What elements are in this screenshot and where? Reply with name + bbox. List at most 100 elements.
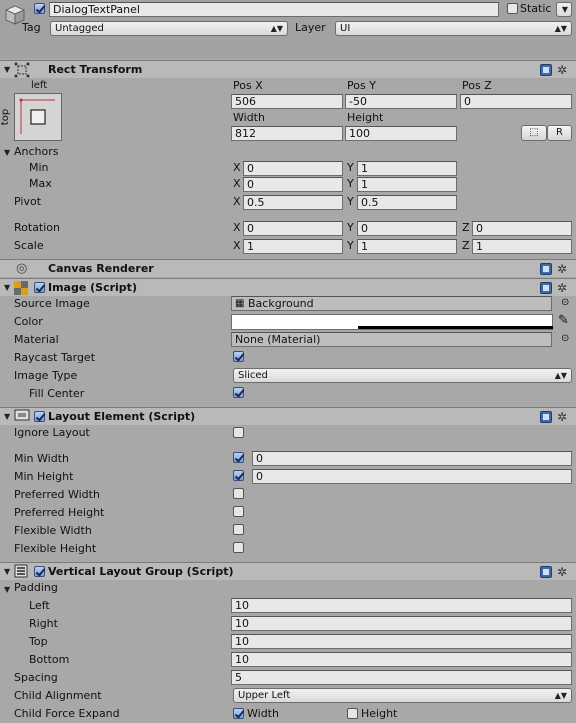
layout-element-header[interactable]: ▼ Layout Element (Script) ✲: [0, 407, 576, 425]
vertical-layout-enabled-toggle[interactable]: [34, 566, 45, 577]
width-label: Width: [233, 111, 265, 124]
gear-icon[interactable]: ✲: [557, 566, 567, 578]
fold-arrow-icon[interactable]: ▼: [4, 283, 10, 292]
rotation-x-input[interactable]: 0: [243, 221, 343, 236]
static-toggle[interactable]: [507, 3, 518, 14]
scale-x-input[interactable]: 1: [243, 239, 343, 254]
object-picker-icon[interactable]: ⊙: [561, 333, 569, 344]
anchor-min-y-input[interactable]: 1: [357, 161, 457, 176]
vertical-layout-header[interactable]: ▼ Vertical Layout Group (Script) ✲: [0, 562, 576, 580]
child-alignment-value: Upper Left: [238, 690, 291, 701]
gear-icon[interactable]: ✲: [557, 64, 567, 76]
y-label: Y: [347, 161, 354, 174]
anchor-preset-h-label: left: [31, 80, 48, 91]
help-book-icon[interactable]: [540, 282, 552, 294]
raycast-target-checkbox[interactable]: [233, 351, 244, 362]
gear-icon[interactable]: ✲: [557, 282, 567, 294]
force-expand-height-checkbox[interactable]: [347, 708, 358, 719]
pos-x-input[interactable]: 506: [231, 94, 343, 109]
static-label: Static: [520, 2, 552, 15]
active-toggle[interactable]: [34, 3, 45, 14]
help-book-icon[interactable]: [540, 64, 552, 76]
x-label: X: [233, 161, 241, 174]
object-picker-icon[interactable]: ⊙: [561, 297, 569, 308]
child-alignment-dropdown[interactable]: Upper Left ▲▼: [233, 688, 572, 703]
anchor-preset-button[interactable]: [14, 93, 62, 141]
eyedropper-icon[interactable]: ✎: [558, 313, 569, 328]
canvas-renderer-header[interactable]: ◎ Canvas Renderer ✲: [0, 259, 576, 277]
force-expand-width-label: Width: [247, 707, 279, 720]
gear-icon[interactable]: ✲: [557, 411, 567, 423]
image-script-title: Image (Script): [48, 281, 137, 294]
help-book-icon[interactable]: [540, 411, 552, 423]
pivot-y-input[interactable]: 0.5: [357, 195, 457, 210]
rotation-y-input[interactable]: 0: [357, 221, 457, 236]
pivot-label: Pivot: [14, 195, 42, 208]
anchor-max-x-input[interactable]: 0: [243, 177, 343, 192]
flexible-width-checkbox[interactable]: [233, 524, 244, 535]
pos-z-input[interactable]: 0: [460, 94, 572, 109]
image-script-header[interactable]: ▼ Image (Script) ✲: [0, 278, 576, 296]
anchor-min-x-input[interactable]: 0: [243, 161, 343, 176]
padding-top-input[interactable]: 10: [231, 634, 572, 649]
tag-dropdown[interactable]: Untagged ▲▼: [50, 21, 288, 36]
fill-center-checkbox[interactable]: [233, 387, 244, 398]
static-dropdown[interactable]: ▼: [556, 2, 572, 17]
alpha-bar: [358, 326, 553, 329]
min-width-label: Min Width: [14, 452, 69, 465]
preferred-height-checkbox[interactable]: [233, 506, 244, 517]
anchors-fold-icon[interactable]: ▼: [4, 148, 10, 157]
blueprint-mode-button[interactable]: ⬚: [521, 125, 547, 141]
width-input[interactable]: 812: [231, 126, 343, 141]
spacing-label: Spacing: [14, 671, 58, 684]
padding-bottom-input[interactable]: 10: [231, 652, 572, 667]
scale-z-input[interactable]: 1: [472, 239, 572, 254]
preferred-width-checkbox[interactable]: [233, 488, 244, 499]
source-image-field[interactable]: ▦ Background: [231, 296, 552, 311]
ignore-layout-checkbox[interactable]: [233, 427, 244, 438]
layer-label: Layer: [295, 21, 326, 34]
layout-element-enabled-toggle[interactable]: [34, 411, 45, 422]
min-height-checkbox[interactable]: [233, 470, 244, 481]
object-name-input[interactable]: DialogTextPanel: [49, 2, 499, 17]
color-swatch[interactable]: [231, 314, 553, 330]
padding-right-input[interactable]: 10: [231, 616, 572, 631]
image-type-dropdown[interactable]: Sliced ▲▼: [233, 368, 572, 383]
gear-icon[interactable]: ✲: [557, 263, 567, 275]
layer-dropdown[interactable]: UI ▲▼: [335, 21, 572, 36]
scale-y-input[interactable]: 1: [357, 239, 457, 254]
help-book-icon[interactable]: [540, 566, 552, 578]
padding-fold-icon[interactable]: ▼: [4, 585, 10, 594]
y-label: Y: [347, 239, 354, 252]
rect-transform-header[interactable]: ▼ Rect Transform ✲: [0, 60, 576, 78]
image-component-icon: [14, 281, 28, 295]
min-width-checkbox[interactable]: [233, 452, 244, 463]
ignore-layout-label: Ignore Layout: [14, 426, 90, 439]
anchor-max-y-input[interactable]: 1: [357, 177, 457, 192]
flexible-height-checkbox[interactable]: [233, 542, 244, 553]
fold-arrow-icon[interactable]: ▼: [4, 567, 10, 576]
fold-arrow-icon[interactable]: ▼: [4, 412, 10, 421]
image-enabled-toggle[interactable]: [34, 282, 45, 293]
color-label: Color: [14, 315, 43, 328]
child-force-expand-label: Child Force Expand: [14, 707, 120, 720]
vertical-layout-icon: [14, 564, 28, 578]
rotation-z-input[interactable]: 0: [472, 221, 572, 236]
pos-y-input[interactable]: -50: [345, 94, 457, 109]
help-book-icon[interactable]: [540, 263, 552, 275]
tag-label: Tag: [22, 21, 41, 34]
min-width-input[interactable]: 0: [252, 451, 572, 466]
padding-left-input[interactable]: 10: [231, 598, 572, 613]
min-height-input[interactable]: 0: [252, 469, 572, 484]
flexible-width-label: Flexible Width: [14, 524, 92, 537]
spacing-input[interactable]: 5: [231, 670, 572, 685]
force-expand-width-checkbox[interactable]: [233, 708, 244, 719]
pivot-x-input[interactable]: 0.5: [243, 195, 343, 210]
source-image-value: Background: [248, 297, 314, 310]
height-input[interactable]: 100: [345, 126, 457, 141]
material-field[interactable]: None (Material): [231, 332, 552, 347]
raw-edit-button[interactable]: R: [547, 125, 572, 141]
layer-value: UI: [340, 23, 351, 34]
fold-arrow-icon[interactable]: ▼: [4, 65, 10, 74]
min-height-label: Min Height: [14, 470, 74, 483]
